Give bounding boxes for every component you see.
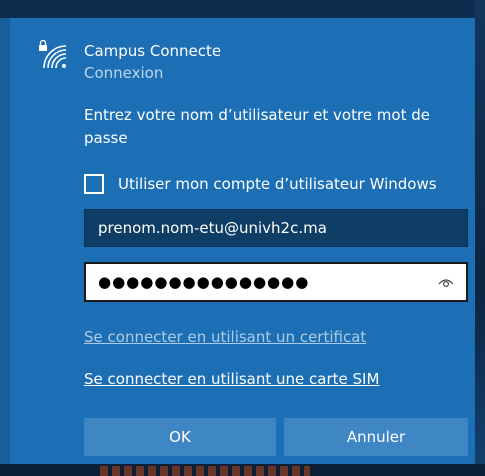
- windows-account-label: Utiliser mon compte d’utilisateur Window…: [118, 175, 437, 193]
- top-band: [0, 0, 485, 18]
- eye-icon[interactable]: [438, 276, 454, 288]
- desktop-background: Campus Connecte Connexion Entrez votre n…: [0, 0, 485, 476]
- username-input[interactable]: prenom.nom-etu@univh2c.ma: [84, 209, 468, 247]
- network-status: Connexion: [84, 64, 164, 82]
- password-input[interactable]: ●●●●●●●●●●●●●●●: [84, 262, 468, 302]
- taskbar-pattern: [100, 466, 310, 476]
- desktop-strip: [475, 0, 485, 476]
- password-value: ●●●●●●●●●●●●●●●: [98, 273, 310, 291]
- ok-button[interactable]: OK: [84, 418, 276, 456]
- sim-sign-in-link[interactable]: Se connecter en utilisant une carte SIM: [84, 370, 379, 388]
- cancel-button[interactable]: Annuler: [284, 418, 468, 456]
- windows-account-option[interactable]: Utiliser mon compte d’utilisateur Window…: [84, 172, 437, 196]
- windows-account-checkbox[interactable]: [84, 174, 104, 194]
- secured-wifi-icon: [39, 40, 67, 69]
- panel-edge: [0, 18, 10, 464]
- certificate-sign-in-link[interactable]: Se connecter en utilisant un certificat: [84, 328, 366, 346]
- credentials-prompt: Entrez votre nom d’utilisateur et votre …: [84, 106, 430, 147]
- taskbar-band: [0, 464, 485, 476]
- network-flyout-panel: Campus Connecte Connexion Entrez votre n…: [0, 18, 475, 464]
- network-name: Campus Connecte: [84, 42, 222, 60]
